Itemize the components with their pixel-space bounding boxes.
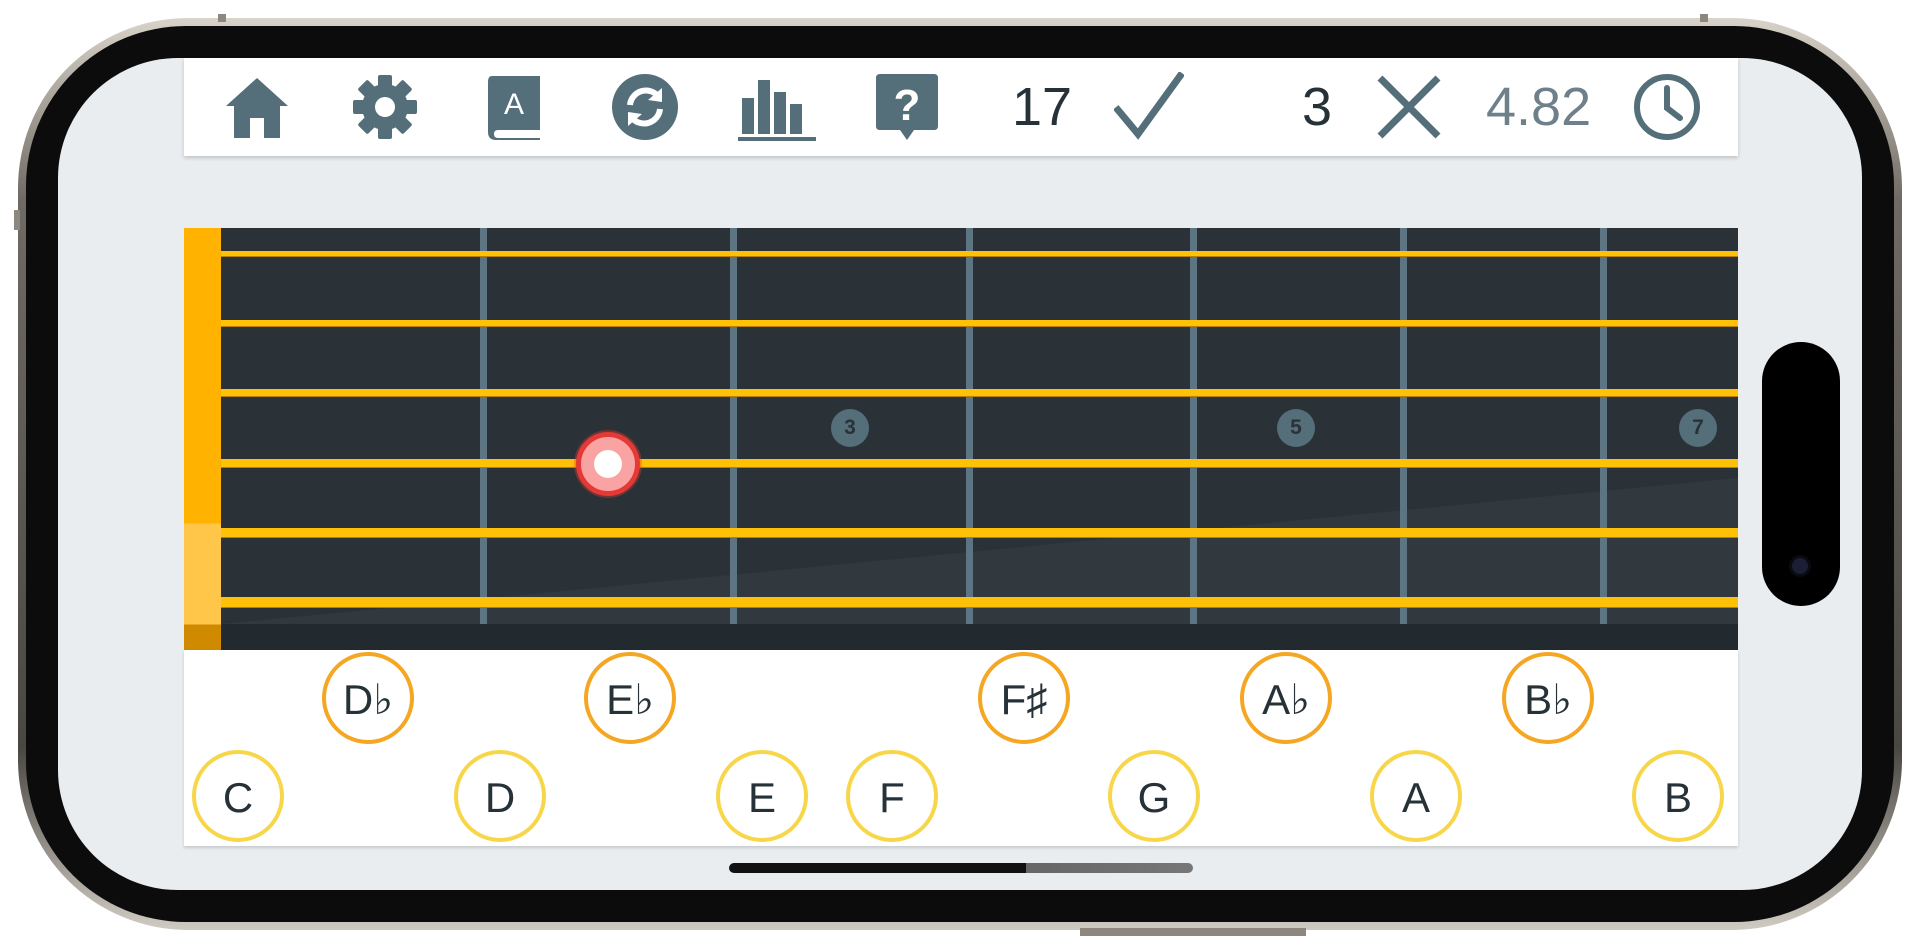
home-icon[interactable] bbox=[222, 72, 292, 142]
note-button-d-flat[interactable]: D♭ bbox=[322, 652, 414, 744]
note-button-f[interactable]: F bbox=[846, 750, 938, 842]
refresh-icon[interactable] bbox=[610, 72, 680, 142]
svg-text:A: A bbox=[504, 88, 524, 121]
note-button-e-flat[interactable]: E♭ bbox=[584, 652, 676, 744]
note-buttons-panel: D♭ E♭ F♯ A♭ B♭ C D E F G A B bbox=[184, 650, 1738, 846]
correct-count: 17 bbox=[1012, 77, 1073, 137]
stats-icon[interactable] bbox=[736, 72, 818, 142]
avg-time: 4.82 bbox=[1486, 77, 1592, 137]
clock-icon bbox=[1634, 74, 1700, 140]
svg-text:?: ? bbox=[894, 81, 921, 130]
note-button-c[interactable]: C bbox=[192, 750, 284, 842]
home-indicator[interactable] bbox=[729, 863, 1193, 873]
fret-wire bbox=[1600, 228, 1607, 624]
fretboard[interactable]: 3 5 7 bbox=[184, 228, 1738, 650]
phone-sensor bbox=[1700, 14, 1708, 22]
string-4 bbox=[221, 459, 1738, 467]
string-6 bbox=[221, 597, 1738, 607]
fret-wire bbox=[1190, 228, 1197, 624]
note-button-f-sharp[interactable]: F♯ bbox=[978, 652, 1070, 744]
fret-marker-5: 5 bbox=[1277, 409, 1315, 447]
fret-wire bbox=[480, 228, 487, 624]
fretboard-edge bbox=[221, 624, 1738, 650]
note-button-b[interactable]: B bbox=[1632, 750, 1724, 842]
string-5 bbox=[221, 528, 1738, 537]
phone-sensor bbox=[218, 14, 226, 22]
nut bbox=[184, 228, 221, 650]
phone-bottom-button bbox=[1080, 928, 1306, 936]
string-3 bbox=[221, 389, 1738, 396]
string-1 bbox=[221, 251, 1738, 256]
book-icon[interactable]: A bbox=[480, 72, 550, 142]
string-2 bbox=[221, 320, 1738, 326]
camera-lens bbox=[1792, 558, 1808, 574]
fret-marker-7: 7 bbox=[1679, 409, 1717, 447]
fret-marker-3: 3 bbox=[831, 409, 869, 447]
gear-icon[interactable] bbox=[350, 72, 420, 142]
fret-wire bbox=[730, 228, 737, 624]
note-button-e[interactable]: E bbox=[716, 750, 808, 842]
wrong-count: 3 bbox=[1302, 77, 1333, 137]
check-icon bbox=[1114, 72, 1184, 140]
help-icon[interactable]: ? bbox=[872, 72, 942, 142]
x-icon bbox=[1377, 75, 1441, 139]
toolbar: A ? 17 3 4.82 bbox=[184, 58, 1738, 156]
note-button-b-flat[interactable]: B♭ bbox=[1502, 652, 1594, 744]
note-button-d[interactable]: D bbox=[454, 750, 546, 842]
note-button-a[interactable]: A bbox=[1370, 750, 1462, 842]
phone-side-button bbox=[14, 210, 20, 230]
note-button-g[interactable]: G bbox=[1108, 750, 1200, 842]
fret-wire bbox=[1400, 228, 1407, 624]
fret-wire bbox=[966, 228, 973, 624]
note-button-a-flat[interactable]: A♭ bbox=[1240, 652, 1332, 744]
target-note-marker bbox=[576, 432, 640, 496]
